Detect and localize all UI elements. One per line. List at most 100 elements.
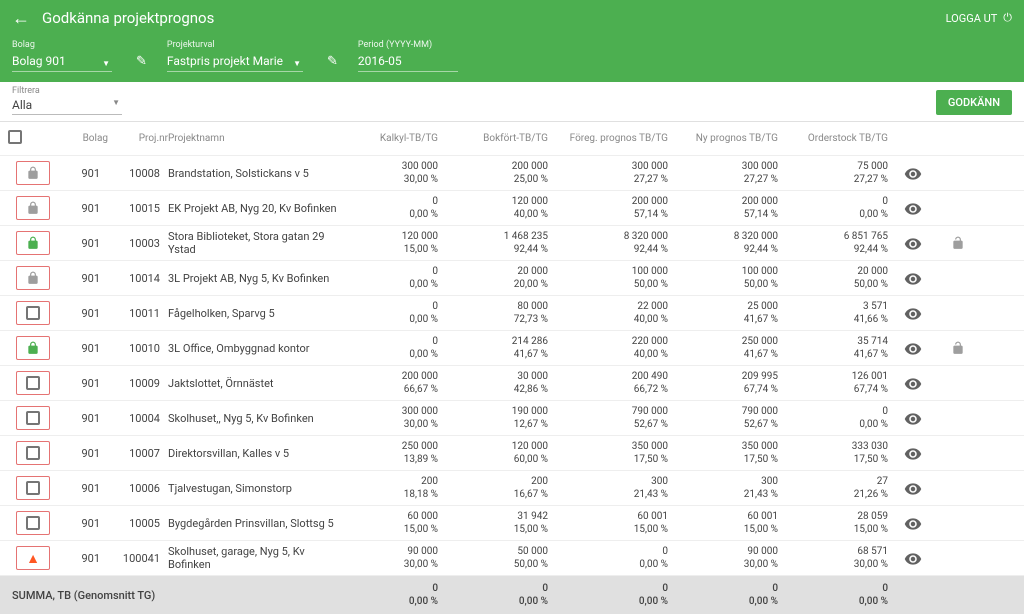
table-row[interactable]: 90110015EK Projekt AB, Nyg 20, Kv Bofink… <box>0 191 1024 226</box>
lock-icon <box>26 166 40 181</box>
filter-bolag[interactable]: Bolag Bolag 901 ▼ <box>12 40 112 72</box>
table-row[interactable]: 90110003Stora Biblioteket, Stora gatan 2… <box>0 226 1024 261</box>
col-ny: Ny prognos TB/TG <box>668 133 778 144</box>
cell-projektnamn: Tjalvestugan, Simonstorp <box>168 482 348 495</box>
cell-orderstock: 00,00 % <box>778 405 888 431</box>
cell-ny: 250 00041,67 % <box>668 335 778 361</box>
lock-approved-icon <box>26 341 40 356</box>
filter-projekt[interactable]: Projekturval Fastpris projekt Marie ▼ <box>167 40 303 72</box>
status-cell <box>16 476 50 500</box>
project-table: Bolag Proj.nr Projektnamn Kalkyl-TB/TG B… <box>0 122 1024 576</box>
edit-projekt-icon[interactable]: ✎ <box>327 54 338 69</box>
table-row[interactable]: 90110006Tjalvestugan, Simonstorp20018,18… <box>0 471 1024 506</box>
view-icon[interactable] <box>888 338 938 357</box>
view-icon[interactable] <box>888 268 938 287</box>
cell-bolag: 901 <box>58 552 108 565</box>
cell-foreg: 300 00027,27 % <box>548 160 668 186</box>
cell-projektnamn: Direktorsvillan, Kalles v 5 <box>168 447 348 460</box>
logout-button[interactable]: LOGGA UT ⏻ <box>946 11 1012 25</box>
cell-kalkyl: 300 00030,00 % <box>348 405 438 431</box>
view-icon[interactable] <box>888 233 938 252</box>
select-all-checkbox[interactable] <box>8 130 22 144</box>
status-cell <box>16 406 50 430</box>
cell-bokfort: 31 94215,00 % <box>438 510 548 536</box>
cell-foreg: 8 320 00092,44 % <box>548 230 668 256</box>
table-row[interactable]: 90110007Direktorsvillan, Kalles v 5250 0… <box>0 436 1024 471</box>
view-icon[interactable] <box>888 373 938 392</box>
cell-kalkyl: 300 00030,00 % <box>348 160 438 186</box>
cell-projnr: 10004 <box>108 412 168 425</box>
cell-foreg: 790 00052,67 % <box>548 405 668 431</box>
table-row[interactable]: ▲901100041Skolhuset, garage, Nyg 5, Kv B… <box>0 541 1024 576</box>
cell-bolag: 901 <box>58 307 108 320</box>
table-row[interactable]: 90110004Skolhuset,, Nyg 5, Kv Bofinken30… <box>0 401 1024 436</box>
app-header: ← Godkänna projektprognos LOGGA UT ⏻ <box>0 0 1024 36</box>
cell-orderstock: 35 71441,67 % <box>778 335 888 361</box>
cell-foreg: 30021,43 % <box>548 475 668 501</box>
cell-ny: 350 00017,50 % <box>668 440 778 466</box>
cell-ny: 90 00030,00 % <box>668 545 778 571</box>
cell-bokfort: 1 468 23592,44 % <box>438 230 548 256</box>
filter-period[interactable]: Period (YYYY-MM) 2016-05 <box>358 40 458 72</box>
cell-projnr: 10007 <box>108 447 168 460</box>
cell-orderstock: 75 00027,27 % <box>778 160 888 186</box>
cell-bolag: 901 <box>58 412 108 425</box>
view-icon[interactable] <box>888 443 938 462</box>
row-checkbox[interactable] <box>26 446 40 460</box>
cell-foreg: 22 00040,00 % <box>548 300 668 326</box>
view-icon[interactable] <box>888 408 938 427</box>
table-row[interactable]: 901100103L Office, Ombyggnad kontor00,00… <box>0 331 1024 366</box>
cell-foreg: 100 00050,00 % <box>548 265 668 291</box>
filter-period-value: 2016-05 <box>358 52 458 72</box>
cell-orderstock: 68 57130,00 % <box>778 545 888 571</box>
table-row[interactable]: 90110008Brandstation, Solstickans v 5300… <box>0 156 1024 191</box>
table-row[interactable]: 90110009Jaktslottet, Örnnästet200 00066,… <box>0 366 1024 401</box>
cell-ny: 30021,43 % <box>668 475 778 501</box>
back-arrow-icon[interactable]: ← <box>12 8 30 29</box>
view-icon[interactable] <box>888 548 938 567</box>
cell-bolag: 901 <box>58 447 108 460</box>
cell-ny: 790 00052,67 % <box>668 405 778 431</box>
edit-bolag-icon[interactable]: ✎ <box>136 54 147 69</box>
cell-bokfort: 120 00060,00 % <box>438 440 548 466</box>
col-bokfort: Bokfört-TB/TG <box>438 133 548 144</box>
approve-button[interactable]: GODKÄNN <box>936 90 1012 115</box>
cell-bokfort: 214 28641,67 % <box>438 335 548 361</box>
warning-icon: ▲ <box>26 550 40 567</box>
cell-orderstock: 2721,26 % <box>778 475 888 501</box>
lock-icon <box>26 201 40 216</box>
cell-foreg: 200 49066,72 % <box>548 370 668 396</box>
view-icon[interactable] <box>888 198 938 217</box>
cell-projnr: 10014 <box>108 272 168 285</box>
cell-ny: 209 99567,74 % <box>668 370 778 396</box>
cell-orderstock: 126 00167,74 % <box>778 370 888 396</box>
cell-projektnamn: 3L Projekt AB, Nyg 5, Kv Bofinken <box>168 272 348 285</box>
col-foreg: Föreg. prognos TB/TG <box>548 133 668 144</box>
view-icon[interactable] <box>888 303 938 322</box>
status-cell <box>16 266 50 290</box>
row-checkbox[interactable] <box>26 306 40 320</box>
row-checkbox[interactable] <box>26 376 40 390</box>
lock-open-icon[interactable] <box>951 236 965 251</box>
sub-bar: Filtrera Alla▼ GODKÄNN <box>0 82 1024 122</box>
cell-bolag: 901 <box>58 342 108 355</box>
chevron-down-icon: ▼ <box>102 59 110 68</box>
cell-orderstock: 00,00 % <box>778 195 888 221</box>
table-row[interactable]: 90110011Fågelholken, Sparvg 500,00 %80 0… <box>0 296 1024 331</box>
view-icon[interactable] <box>888 513 938 532</box>
view-icon[interactable] <box>888 478 938 497</box>
row-checkbox[interactable] <box>26 516 40 530</box>
col-projnr: Proj.nr <box>108 133 168 144</box>
cell-projnr: 10015 <box>108 202 168 215</box>
lock-open-icon[interactable] <box>951 341 965 356</box>
table-row[interactable]: 901100143L Projekt AB, Nyg 5, Kv Bofinke… <box>0 261 1024 296</box>
logout-label: LOGGA UT <box>946 12 998 25</box>
view-icon[interactable] <box>888 163 938 182</box>
cell-projnr: 10011 <box>108 307 168 320</box>
cell-bokfort: 190 00012,67 % <box>438 405 548 431</box>
filter-filtrera[interactable]: Filtrera Alla▼ <box>12 86 122 115</box>
cell-orderstock: 6 851 76592,44 % <box>778 230 888 256</box>
row-checkbox[interactable] <box>26 411 40 425</box>
row-checkbox[interactable] <box>26 481 40 495</box>
cell-kalkyl: 90 00030,00 % <box>348 545 438 571</box>
